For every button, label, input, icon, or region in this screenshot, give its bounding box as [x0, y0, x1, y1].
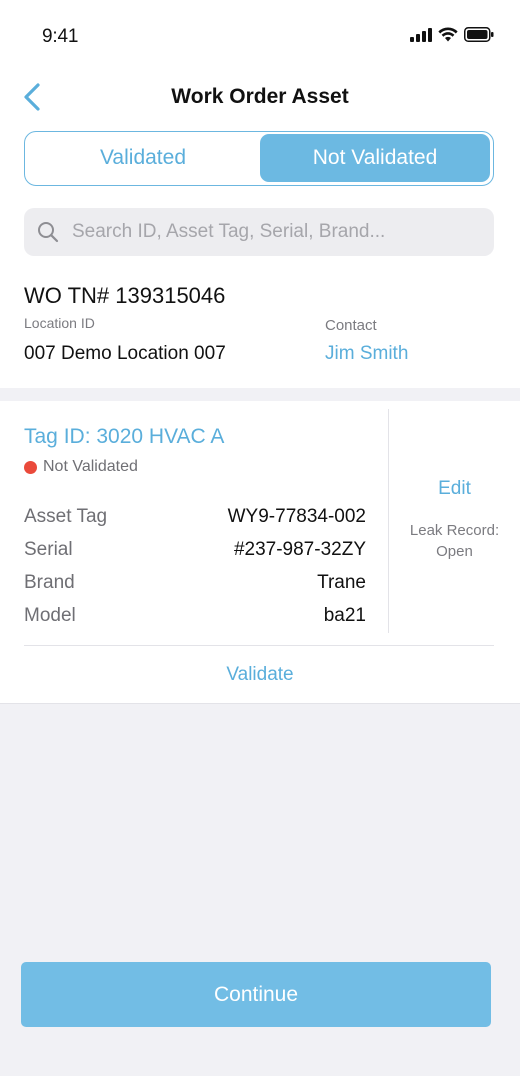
contact-label: Contact — [325, 317, 377, 334]
tab-not-validated[interactable]: Not Validated — [260, 134, 490, 182]
validation-segmented-control: Validated Not Validated — [24, 131, 494, 186]
detail-value: ba21 — [323, 604, 366, 626]
location-id-label: Location ID — [24, 315, 95, 331]
search-bar — [24, 208, 494, 256]
detail-label: Model — [24, 604, 76, 626]
work-order-number: WO TN# 139315046 — [24, 283, 226, 308]
detail-label: Brand — [24, 571, 75, 593]
search-input[interactable] — [72, 208, 482, 256]
wifi-icon — [438, 27, 458, 42]
detail-value: #237-987-32ZY — [233, 538, 366, 560]
asset-tag-id-link[interactable]: Tag ID: 3020 HVAC A — [24, 425, 224, 449]
validation-status-label: Not Validated — [43, 458, 138, 475]
continue-button[interactable]: Continue — [21, 962, 491, 1027]
leak-record-value: Open — [436, 543, 473, 560]
horizontal-divider — [24, 645, 494, 646]
validate-button[interactable]: Validate — [0, 664, 520, 686]
tab-validated[interactable]: Validated — [28, 134, 258, 182]
edit-button[interactable]: Edit — [389, 478, 520, 500]
validation-status: Not Validated — [24, 458, 138, 476]
leak-record-label: Leak Record: — [409, 522, 500, 539]
detail-label: Asset Tag — [24, 505, 108, 527]
status-icons — [410, 27, 494, 42]
leak-record-status: Leak Record: Open — [389, 520, 520, 562]
status-bar: 9:41 — [0, 0, 520, 70]
detail-value: WY9-77834-002 — [227, 505, 366, 527]
detail-row-brand: Brand Trane — [24, 566, 366, 599]
contact-link[interactable]: Jim Smith — [325, 343, 408, 365]
detail-row-asset-tag: Asset Tag WY9-77834-002 — [24, 500, 366, 533]
asset-details: Asset Tag WY9-77834-002 Serial #237-987-… — [24, 500, 366, 632]
work-order-summary: WO TN# 139315046 Location ID 007 Demo Lo… — [0, 188, 520, 388]
status-dot-icon — [24, 460, 37, 474]
search-icon — [38, 222, 59, 243]
detail-label: Serial — [24, 538, 73, 560]
battery-icon — [464, 27, 494, 42]
detail-row-model: Model ba21 — [24, 599, 366, 632]
location-id-value: 007 Demo Location 007 — [24, 343, 226, 364]
asset-card: Tag ID: 3020 HVAC A Not Validated Asset … — [0, 401, 520, 704]
detail-row-serial: Serial #237-987-32ZY — [24, 533, 366, 566]
navigation-bar: Work Order Asset — [0, 74, 520, 120]
cellular-signal-icon — [410, 27, 432, 42]
detail-value: Trane — [317, 571, 366, 593]
status-time: 9:41 — [42, 26, 79, 47]
page-title: Work Order Asset — [171, 85, 349, 108]
